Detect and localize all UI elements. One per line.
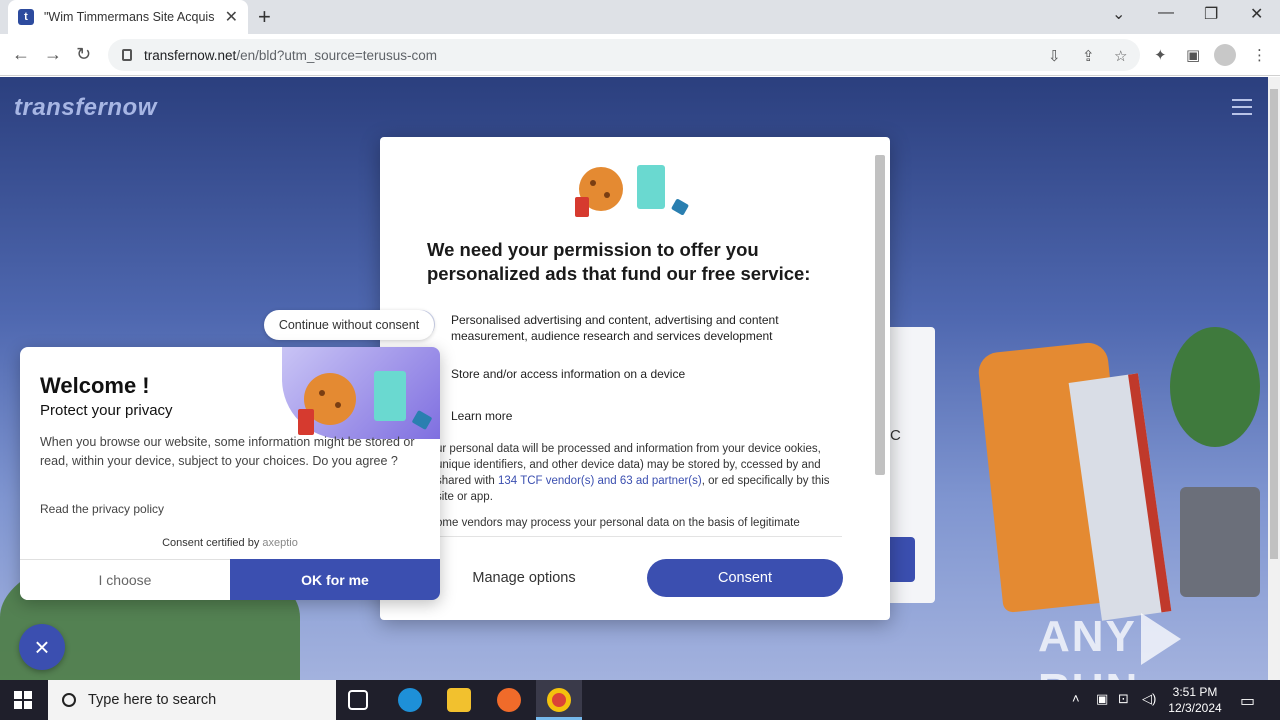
anyrun-watermark: ANYRUN — [1038, 612, 1268, 680]
chrome-taskbar-button[interactable] — [536, 680, 582, 720]
vendors-link[interactable]: 134 TCF vendor(s) and 63 ad partner(s) — [498, 475, 702, 487]
axeptio-illustration — [282, 347, 440, 439]
extensions-icon[interactable]: ✦ — [1154, 46, 1167, 64]
learn-more-item[interactable]: ✓ Learn more — [407, 401, 821, 429]
task-view-icon[interactable] — [348, 690, 368, 710]
axeptio-description: When you browse our website, some inform… — [40, 435, 415, 468]
url-text[interactable]: transfernow.net/en/bld?utm_source=terusu… — [144, 48, 437, 63]
continue-without-consent-button[interactable]: Continue without consent — [264, 310, 434, 340]
device-tray-icon[interactable]: ▣ — [1096, 691, 1108, 707]
modal-body-text-2: ome vendors may process your personal da… — [436, 517, 800, 529]
new-tab-icon[interactable]: + — [258, 4, 271, 30]
bookmark-star-icon[interactable]: ☆ — [1114, 47, 1127, 65]
firefox-icon[interactable] — [497, 688, 521, 712]
restore-icon[interactable]: ❐ — [1204, 4, 1218, 24]
tab-title: "Wim Timmermans Site Acquisit — [44, 10, 214, 24]
lock-icon[interactable] — [122, 49, 132, 61]
forward-icon[interactable]: → — [44, 44, 62, 65]
reload-icon[interactable]: ↻ — [76, 44, 91, 65]
site-logo[interactable]: transfernow — [14, 94, 157, 122]
side-panel-icon[interactable]: ▣ — [1186, 46, 1200, 64]
close-tab-icon[interactable]: ✕ — [225, 7, 238, 27]
play-icon — [1140, 613, 1181, 666]
edge-icon[interactable] — [398, 688, 422, 712]
plant-illustration — [1170, 327, 1260, 447]
page-scrollbar[interactable] — [1268, 77, 1280, 680]
volume-icon[interactable]: ◁) — [1142, 691, 1156, 707]
privacy-policy-link[interactable]: Read the privacy policy — [40, 502, 164, 516]
notifications-icon[interactable]: ▭ — [1240, 691, 1255, 711]
back-icon[interactable]: ← — [12, 44, 30, 65]
windows-start-icon[interactable] — [14, 691, 32, 709]
purpose-text: Store and/or access information on a dev… — [451, 367, 686, 381]
share-icon[interactable]: ⇪ — [1082, 47, 1095, 65]
pot-illustration — [1180, 487, 1260, 597]
install-app-icon[interactable]: ⇩ — [1048, 47, 1061, 65]
tab-search-chevron-icon[interactable]: ⌄ — [1112, 4, 1125, 24]
chrome-icon — [547, 688, 571, 712]
purpose-text: Personalised advertising and content, ad… — [451, 313, 779, 343]
close-widget-icon[interactable]: × — [19, 624, 65, 670]
axeptio-title: Welcome ! — [40, 373, 150, 398]
search-icon — [62, 693, 76, 707]
taskbar-search-box[interactable]: Type here to search — [48, 680, 336, 720]
tab-favicon-icon: t — [18, 9, 34, 25]
taskbar-clock[interactable]: 3:51 PM 12/3/2024 — [1162, 684, 1228, 716]
profile-avatar-icon[interactable] — [1214, 44, 1236, 66]
modal-scrollbar[interactable] — [874, 143, 885, 533]
background-card-text: C — [890, 427, 901, 444]
ok-for-me-button[interactable]: OK for me — [230, 559, 440, 600]
purpose-item[interactable]: ● Personalised advertising and content, … — [407, 310, 821, 344]
menu-dots-icon[interactable]: ⋮ — [1252, 46, 1267, 64]
hamburger-menu-icon[interactable] — [1232, 99, 1252, 120]
minimize-icon[interactable]: — — [1158, 4, 1174, 22]
address-bar[interactable]: transfernow.net/en/bld?utm_source=terusu… — [108, 39, 1140, 71]
i-choose-button[interactable]: I choose — [20, 559, 230, 600]
search-placeholder: Type here to search — [88, 692, 217, 708]
learn-more-link[interactable]: Learn more — [451, 401, 821, 424]
browser-tab[interactable]: t "Wim Timmermans Site Acquisit ✕ — [8, 0, 248, 34]
file-explorer-icon[interactable] — [447, 688, 471, 712]
network-icon[interactable]: ⊡ — [1118, 691, 1129, 707]
consent-modal: We need your permission to offer you per… — [380, 137, 890, 620]
manage-options-button[interactable]: Manage options — [440, 559, 608, 597]
purpose-item[interactable]: ▯ Store and/or access information on a d… — [407, 359, 821, 387]
axeptio-subtitle: Protect your privacy — [40, 402, 173, 419]
modal-divider — [436, 536, 842, 537]
windows-taskbar: Type here to search ˄ ▣ ⊡ ◁) 3:51 PM 12/… — [0, 680, 1280, 720]
modal-title: We need your permission to offer you per… — [427, 239, 811, 284]
close-window-icon[interactable]: ✕ — [1250, 4, 1263, 24]
browser-toolbar: ← → ↻ transfernow.net/en/bld?utm_source=… — [0, 34, 1280, 76]
consent-button[interactable]: Consent — [647, 559, 843, 597]
modal-body-text: ur personal data will be processed and i… — [436, 443, 830, 503]
tab-strip: t "Wim Timmermans Site Acquisit ✕ + ⌄ — … — [0, 0, 1280, 34]
cookie-mascot-illustration — [575, 165, 689, 217]
axeptio-cookie-widget: Welcome ! Protect your privacy When you … — [20, 347, 440, 600]
cookie-mascot-illustration — [298, 371, 432, 435]
axeptio-logo[interactable]: axeptio — [262, 537, 297, 549]
show-hidden-icons-icon[interactable]: ˄ — [1072, 691, 1080, 706]
axeptio-certification: Consent certified by axeptio — [162, 537, 298, 549]
